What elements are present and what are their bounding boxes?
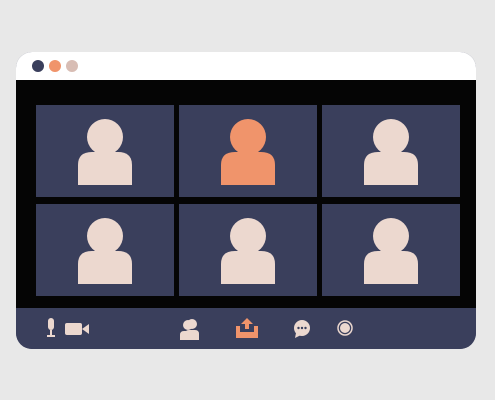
person-icon (78, 119, 132, 185)
participant-tile[interactable] (179, 204, 317, 296)
participant-grid (16, 80, 476, 308)
participants-icon[interactable] (178, 318, 202, 345)
window-close-dot[interactable] (32, 60, 44, 72)
person-icon (78, 218, 132, 284)
participant-tile[interactable] (36, 105, 174, 197)
window-maximize-dot[interactable] (66, 60, 78, 72)
person-icon (364, 119, 418, 185)
person-icon (221, 119, 275, 185)
participant-tile[interactable] (322, 105, 460, 197)
title-bar (16, 52, 476, 80)
video-call-window (16, 52, 476, 349)
microphone-icon[interactable] (46, 318, 56, 343)
participant-tile[interactable] (322, 204, 460, 296)
share-screen-icon[interactable] (236, 318, 258, 343)
record-icon[interactable] (337, 320, 353, 341)
window-minimize-dot[interactable] (49, 60, 61, 72)
person-icon (364, 218, 418, 284)
person-icon (221, 218, 275, 284)
participant-tile-active-speaker[interactable] (179, 105, 317, 197)
chat-icon[interactable] (293, 320, 311, 343)
camera-icon[interactable] (65, 322, 91, 341)
participant-tile[interactable] (36, 204, 174, 296)
call-toolbar (16, 308, 476, 349)
